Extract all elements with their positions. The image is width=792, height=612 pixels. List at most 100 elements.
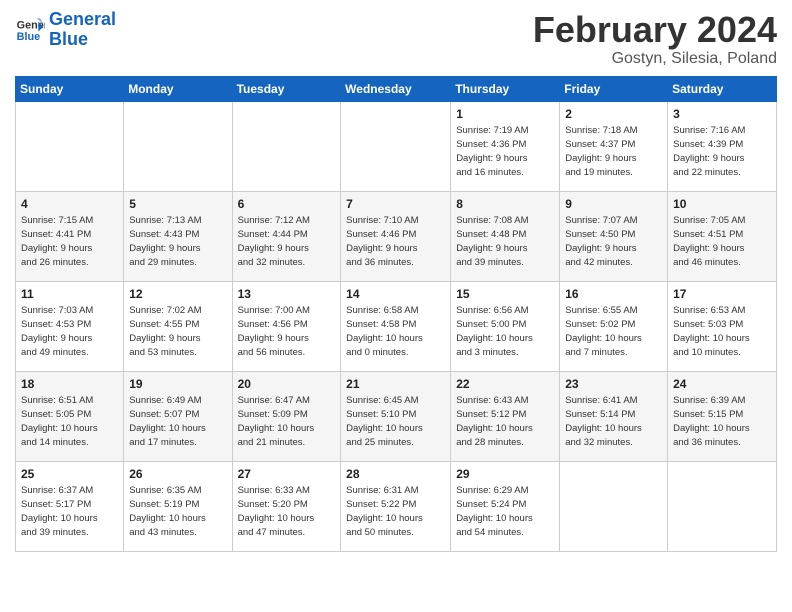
day-info: Sunrise: 7:03 AM Sunset: 4:53 PM Dayligh…: [21, 304, 118, 359]
day-number: 25: [21, 466, 118, 483]
day-number: 15: [456, 286, 554, 303]
day-cell: 1Sunrise: 7:19 AM Sunset: 4:36 PM Daylig…: [451, 101, 560, 191]
day-info: Sunrise: 7:07 AM Sunset: 4:50 PM Dayligh…: [565, 214, 662, 269]
day-info: Sunrise: 7:19 AM Sunset: 4:36 PM Dayligh…: [456, 124, 554, 179]
day-info: Sunrise: 6:47 AM Sunset: 5:09 PM Dayligh…: [238, 394, 336, 449]
day-number: 17: [673, 286, 771, 303]
day-cell: 24Sunrise: 6:39 AM Sunset: 5:15 PM Dayli…: [668, 371, 777, 461]
header-tuesday: Tuesday: [232, 76, 341, 101]
day-info: Sunrise: 6:51 AM Sunset: 5:05 PM Dayligh…: [21, 394, 118, 449]
day-cell: 8Sunrise: 7:08 AM Sunset: 4:48 PM Daylig…: [451, 191, 560, 281]
day-info: Sunrise: 6:45 AM Sunset: 5:10 PM Dayligh…: [346, 394, 445, 449]
day-cell: 13Sunrise: 7:00 AM Sunset: 4:56 PM Dayli…: [232, 281, 341, 371]
day-number: 7: [346, 196, 445, 213]
header-saturday: Saturday: [668, 76, 777, 101]
day-cell: 27Sunrise: 6:33 AM Sunset: 5:20 PM Dayli…: [232, 461, 341, 551]
day-cell: 11Sunrise: 7:03 AM Sunset: 4:53 PM Dayli…: [16, 281, 124, 371]
day-cell: [124, 101, 232, 191]
day-number: 21: [346, 376, 445, 393]
calendar-title: February 2024: [533, 10, 777, 50]
day-number: 28: [346, 466, 445, 483]
day-number: 13: [238, 286, 336, 303]
day-cell: 14Sunrise: 6:58 AM Sunset: 4:58 PM Dayli…: [341, 281, 451, 371]
logo: General Blue General Blue: [15, 10, 116, 50]
day-info: Sunrise: 6:55 AM Sunset: 5:02 PM Dayligh…: [565, 304, 662, 359]
svg-text:Blue: Blue: [17, 31, 40, 43]
day-cell: 25Sunrise: 6:37 AM Sunset: 5:17 PM Dayli…: [16, 461, 124, 551]
day-cell: [668, 461, 777, 551]
day-cell: 5Sunrise: 7:13 AM Sunset: 4:43 PM Daylig…: [124, 191, 232, 281]
day-cell: [341, 101, 451, 191]
day-cell: 17Sunrise: 6:53 AM Sunset: 5:03 PM Dayli…: [668, 281, 777, 371]
day-cell: 21Sunrise: 6:45 AM Sunset: 5:10 PM Dayli…: [341, 371, 451, 461]
header-wednesday: Wednesday: [341, 76, 451, 101]
week-row-2: 4Sunrise: 7:15 AM Sunset: 4:41 PM Daylig…: [16, 191, 777, 281]
day-cell: 23Sunrise: 6:41 AM Sunset: 5:14 PM Dayli…: [560, 371, 668, 461]
day-cell: 16Sunrise: 6:55 AM Sunset: 5:02 PM Dayli…: [560, 281, 668, 371]
day-info: Sunrise: 6:31 AM Sunset: 5:22 PM Dayligh…: [346, 484, 445, 539]
day-number: 8: [456, 196, 554, 213]
day-cell: 28Sunrise: 6:31 AM Sunset: 5:22 PM Dayli…: [341, 461, 451, 551]
day-number: 4: [21, 196, 118, 213]
day-cell: 6Sunrise: 7:12 AM Sunset: 4:44 PM Daylig…: [232, 191, 341, 281]
logo-text: General Blue: [49, 10, 116, 50]
day-cell: 12Sunrise: 7:02 AM Sunset: 4:55 PM Dayli…: [124, 281, 232, 371]
day-number: 19: [129, 376, 226, 393]
day-info: Sunrise: 7:12 AM Sunset: 4:44 PM Dayligh…: [238, 214, 336, 269]
day-number: 11: [21, 286, 118, 303]
day-info: Sunrise: 7:02 AM Sunset: 4:55 PM Dayligh…: [129, 304, 226, 359]
day-number: 16: [565, 286, 662, 303]
day-number: 18: [21, 376, 118, 393]
day-info: Sunrise: 6:53 AM Sunset: 5:03 PM Dayligh…: [673, 304, 771, 359]
day-info: Sunrise: 6:58 AM Sunset: 4:58 PM Dayligh…: [346, 304, 445, 359]
day-cell: 26Sunrise: 6:35 AM Sunset: 5:19 PM Dayli…: [124, 461, 232, 551]
day-number: 23: [565, 376, 662, 393]
day-cell: 2Sunrise: 7:18 AM Sunset: 4:37 PM Daylig…: [560, 101, 668, 191]
day-info: Sunrise: 6:29 AM Sunset: 5:24 PM Dayligh…: [456, 484, 554, 539]
day-number: 22: [456, 376, 554, 393]
day-info: Sunrise: 6:39 AM Sunset: 5:15 PM Dayligh…: [673, 394, 771, 449]
week-row-3: 11Sunrise: 7:03 AM Sunset: 4:53 PM Dayli…: [16, 281, 777, 371]
day-info: Sunrise: 6:49 AM Sunset: 5:07 PM Dayligh…: [129, 394, 226, 449]
day-cell: [16, 101, 124, 191]
calendar-table: SundayMondayTuesdayWednesdayThursdayFrid…: [15, 76, 777, 552]
day-number: 26: [129, 466, 226, 483]
day-cell: 7Sunrise: 7:10 AM Sunset: 4:46 PM Daylig…: [341, 191, 451, 281]
calendar-subtitle: Gostyn, Silesia, Poland: [533, 50, 777, 68]
week-row-1: 1Sunrise: 7:19 AM Sunset: 4:36 PM Daylig…: [16, 101, 777, 191]
day-cell: 20Sunrise: 6:47 AM Sunset: 5:09 PM Dayli…: [232, 371, 341, 461]
day-number: 24: [673, 376, 771, 393]
logo-icon: General Blue: [15, 15, 45, 45]
day-cell: 22Sunrise: 6:43 AM Sunset: 5:12 PM Dayli…: [451, 371, 560, 461]
day-cell: 3Sunrise: 7:16 AM Sunset: 4:39 PM Daylig…: [668, 101, 777, 191]
header-friday: Friday: [560, 76, 668, 101]
day-info: Sunrise: 7:05 AM Sunset: 4:51 PM Dayligh…: [673, 214, 771, 269]
day-number: 20: [238, 376, 336, 393]
day-info: Sunrise: 7:08 AM Sunset: 4:48 PM Dayligh…: [456, 214, 554, 269]
day-info: Sunrise: 6:33 AM Sunset: 5:20 PM Dayligh…: [238, 484, 336, 539]
day-cell: 9Sunrise: 7:07 AM Sunset: 4:50 PM Daylig…: [560, 191, 668, 281]
day-info: Sunrise: 7:18 AM Sunset: 4:37 PM Dayligh…: [565, 124, 662, 179]
day-info: Sunrise: 6:56 AM Sunset: 5:00 PM Dayligh…: [456, 304, 554, 359]
day-cell: 29Sunrise: 6:29 AM Sunset: 5:24 PM Dayli…: [451, 461, 560, 551]
title-block: February 2024 Gostyn, Silesia, Poland: [533, 10, 777, 68]
day-number: 1: [456, 106, 554, 123]
day-cell: 4Sunrise: 7:15 AM Sunset: 4:41 PM Daylig…: [16, 191, 124, 281]
day-number: 10: [673, 196, 771, 213]
day-info: Sunrise: 6:43 AM Sunset: 5:12 PM Dayligh…: [456, 394, 554, 449]
day-number: 27: [238, 466, 336, 483]
day-info: Sunrise: 7:00 AM Sunset: 4:56 PM Dayligh…: [238, 304, 336, 359]
day-cell: 10Sunrise: 7:05 AM Sunset: 4:51 PM Dayli…: [668, 191, 777, 281]
day-number: 29: [456, 466, 554, 483]
logo-general: General: [49, 9, 116, 29]
day-number: 5: [129, 196, 226, 213]
day-cell: 18Sunrise: 6:51 AM Sunset: 5:05 PM Dayli…: [16, 371, 124, 461]
day-info: Sunrise: 6:41 AM Sunset: 5:14 PM Dayligh…: [565, 394, 662, 449]
day-number: 14: [346, 286, 445, 303]
day-number: 9: [565, 196, 662, 213]
day-cell: [560, 461, 668, 551]
page-header: General Blue General Blue February 2024 …: [15, 10, 777, 68]
day-number: 12: [129, 286, 226, 303]
day-info: Sunrise: 7:16 AM Sunset: 4:39 PM Dayligh…: [673, 124, 771, 179]
day-cell: 19Sunrise: 6:49 AM Sunset: 5:07 PM Dayli…: [124, 371, 232, 461]
